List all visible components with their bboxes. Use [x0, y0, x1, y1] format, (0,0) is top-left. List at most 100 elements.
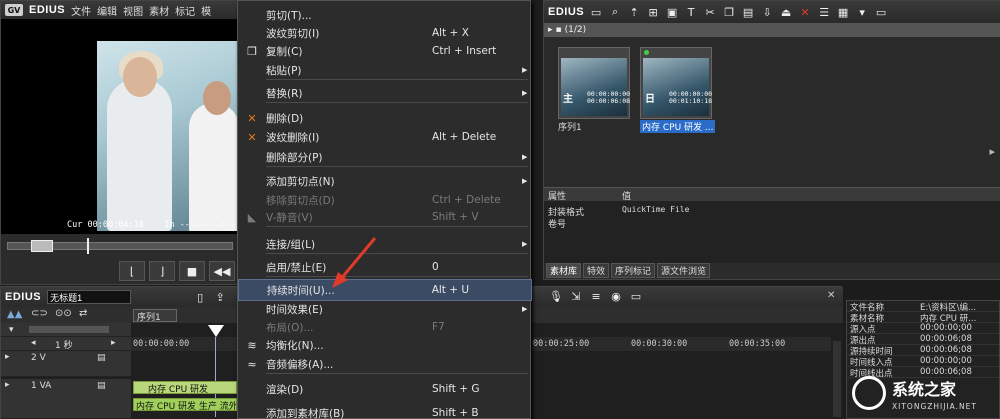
menu-item-shortcut: Ctrl + Delete — [432, 194, 501, 206]
menu-view[interactable]: 视图 — [123, 3, 143, 18]
dropdown-icon[interactable]: ▾ — [855, 5, 869, 19]
player-window: GV EDIUS 文件 编辑 视图 素材 标记 模 Cur 00:00:04:1… — [0, 0, 256, 285]
track-mode-icon[interactable]: ▲▲ — [7, 309, 22, 320]
submenu-arrow-icon: ▶ — [522, 240, 528, 248]
track-header-top: ▾ — [1, 323, 131, 337]
timeline-audio-clip[interactable]: 内存 CPU 研发 生产 流外 — [133, 398, 237, 411]
insert-icon[interactable]: ⏏ — [779, 5, 793, 19]
menu-clip[interactable]: 素材 — [149, 3, 169, 18]
menu-item-shortcut: Ctrl + Insert — [432, 45, 497, 57]
info-row: 源持续时间 00:00:06;08 — [847, 345, 999, 356]
clip-status-dot — [644, 50, 649, 55]
mark-out-icon: ⌋ — [159, 264, 165, 278]
menu-edit[interactable]: 编辑 — [97, 3, 117, 18]
tab-source-browser[interactable]: 源文件浏览 — [657, 263, 711, 278]
microphone-icon[interactable]: 🎙 — [549, 289, 563, 303]
zoom-right-icon[interactable]: ▸ — [111, 338, 116, 348]
cut-icon[interactable]: ✂ — [703, 5, 717, 19]
set-in-button[interactable]: ⌊ — [119, 261, 145, 281]
link-icon[interactable]: ⊂⊃ — [31, 308, 48, 319]
info-value: 00:00:06;08 — [920, 345, 972, 355]
project-name-field[interactable] — [47, 290, 132, 304]
timeline-cursor-icon[interactable] — [208, 325, 224, 337]
track-display-icon[interactable]: ▤ — [97, 381, 106, 391]
menu-mode[interactable]: 模 — [201, 3, 211, 18]
shuttle-handle[interactable] — [31, 240, 53, 252]
add-to-timeline-icon[interactable]: ⇩ — [760, 5, 774, 19]
menu-item-7[interactable]: 删除部分(P) ▶ — [238, 146, 532, 168]
view-mode-icon[interactable]: ▦ — [836, 5, 850, 19]
new-sequence-icon[interactable]: ▣ — [665, 5, 679, 19]
zoom-left-icon[interactable]: ◂ — [31, 338, 36, 348]
tab-sequence1[interactable]: 序列1 — [133, 309, 177, 323]
stop-button[interactable]: ■ — [179, 261, 205, 281]
loop-icon[interactable]: ⊙⊙ — [55, 308, 72, 319]
menu-item-shortcut: Alt + U — [431, 284, 470, 296]
track-display-icon[interactable]: ▤ — [97, 353, 106, 363]
playhead[interactable] — [87, 238, 89, 254]
menu-separator — [266, 373, 528, 374]
bin-clip-memory-cpu[interactable]: 日 00:00:00:00 00:01:10:18 — [640, 47, 712, 119]
layout-icon[interactable]: ▭ — [629, 289, 643, 303]
menu-item-label: 波纹删除(I) — [266, 131, 320, 144]
search-icon[interactable]: ⌕ — [608, 5, 622, 19]
bin-clip-sequence1[interactable]: 主 00:00:00:00 00:00:06:08 — [558, 47, 630, 119]
up-folder-icon[interactable]: ⇡ — [627, 5, 641, 19]
info-row: 素材名称 内存 CPU 研... — [847, 312, 999, 323]
clip-badge: 日 — [645, 94, 655, 105]
mixer-icon[interactable]: ≡ — [589, 289, 603, 303]
bin-scroll-icon[interactable]: ▸ — [989, 145, 995, 158]
menu-item-label: 渲染(D) — [266, 383, 304, 396]
new-icon[interactable]: ▯ — [193, 290, 207, 304]
timeline-video-clip[interactable]: 内存 CPU 研发 — [133, 381, 237, 394]
tab-bin[interactable]: 素材库 — [546, 263, 582, 278]
menu-item-19[interactable]: 添加到素材库(B) Shift + B — [238, 402, 532, 419]
menu-item-11[interactable]: 连接/组(L) ▶ — [238, 233, 532, 255]
tab-sequence-marker[interactable]: 序列标记 — [611, 263, 656, 278]
bin-expand-icon[interactable]: ▸ — [548, 25, 553, 35]
menu-file[interactable]: 文件 — [71, 3, 91, 18]
copy-icon[interactable]: ❐ — [722, 5, 736, 19]
close-icon[interactable]: ✕ — [827, 290, 835, 301]
timeline-scrollbar[interactable] — [833, 341, 841, 417]
properties-icon[interactable]: ☰ — [817, 5, 831, 19]
bin-clip-label-selected[interactable]: 内存 CPU 研发 ... — [640, 120, 716, 133]
tab-effects[interactable]: 特效 — [583, 263, 610, 278]
info-value: 内存 CPU 研... — [920, 314, 977, 322]
briefcase-icon[interactable]: ▭ — [874, 5, 888, 19]
export-icon[interactable]: ⇲ — [569, 289, 583, 303]
menu-item-shortcut: F7 — [432, 321, 445, 333]
menu-item-3[interactable]: 粘贴(P) ▶ — [238, 59, 532, 81]
menu-marker[interactable]: 标记 — [175, 3, 195, 18]
paste-icon[interactable]: ▤ — [741, 5, 755, 19]
color-icon[interactable]: ◉ — [609, 289, 623, 303]
lock-icon[interactable]: ▾ — [9, 325, 14, 335]
menu-item-6[interactable]: ✕ 波纹删除(I) Alt + Delete — [238, 126, 532, 148]
menu-item-18[interactable]: 渲染(D) Shift + G — [238, 378, 532, 400]
menu-item-label: 替换(R) — [266, 87, 303, 100]
menu-item-17[interactable]: ≈ 音频偏移(A)... — [238, 353, 532, 375]
track-expand-icon[interactable]: ▸ — [5, 352, 10, 362]
ruler-tick: 00:00:30:00 — [631, 339, 688, 349]
rewind-button[interactable]: ◀◀ — [209, 261, 235, 281]
set-out-button[interactable]: ⌋ — [149, 261, 175, 281]
add-clip-icon[interactable]: ⊞ — [646, 5, 660, 19]
menu-item-4[interactable]: 替换(R) ▶ — [238, 82, 532, 104]
clip-badge: 主 — [563, 94, 573, 105]
tc-cur-value: 00:00:04:18 — [87, 220, 144, 230]
menu-item-12[interactable]: 启用/禁止(E) 0 — [238, 256, 532, 278]
delete-icon[interactable]: ✕ — [798, 5, 812, 19]
bin-clip-label[interactable]: 序列1 — [558, 120, 582, 133]
submenu-arrow-icon: ▶ — [522, 66, 528, 74]
info-value: 00:00:00;00 — [920, 356, 972, 366]
track-expand-icon[interactable]: ▸ — [5, 380, 10, 390]
open-icon[interactable]: ⇪ — [213, 290, 227, 304]
clip-thumbnail — [561, 58, 627, 116]
copy-icon: ❐ — [247, 44, 257, 58]
sync-icon[interactable]: ⇄ — [79, 308, 87, 319]
menu-item-shortcut: Alt + X — [432, 27, 469, 39]
rewind-icon: ◀◀ — [213, 264, 231, 278]
zoom-slider[interactable] — [29, 326, 109, 333]
title-icon[interactable]: T — [684, 5, 698, 19]
folder-icon[interactable]: ▭ — [589, 5, 603, 19]
